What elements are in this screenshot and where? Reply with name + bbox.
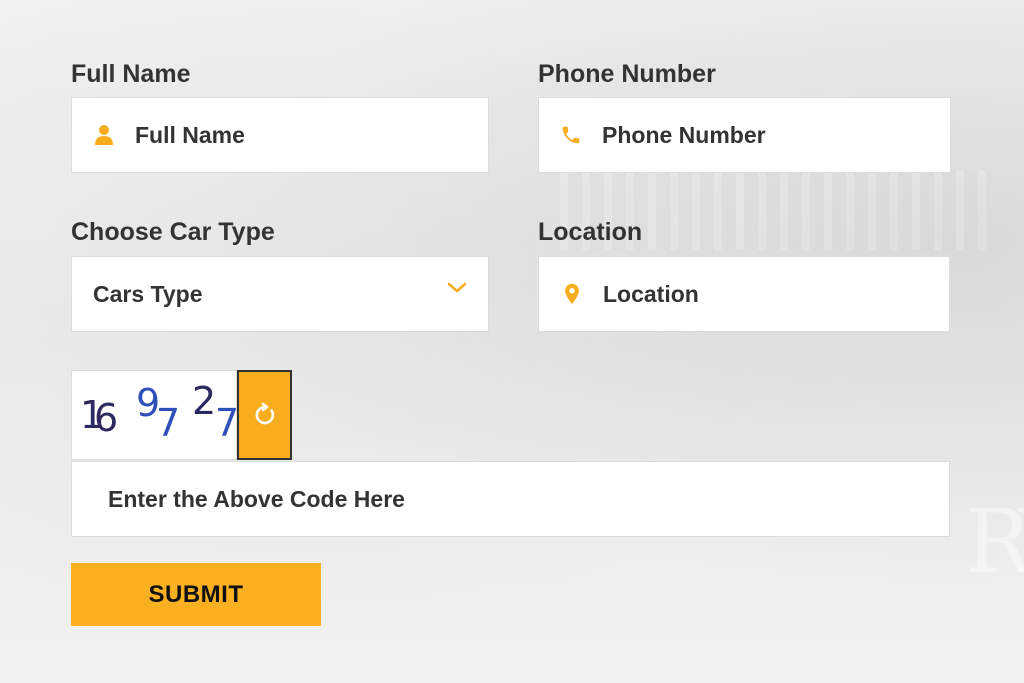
car-type-label: Choose Car Type <box>71 218 275 246</box>
captcha-refresh-button[interactable] <box>237 370 292 460</box>
full-name-label: Full Name <box>71 60 191 88</box>
captcha-char: 2 <box>192 379 217 423</box>
submit-button[interactable]: SUBMIT <box>71 563 321 626</box>
phone-number-label: Phone Number <box>538 60 716 88</box>
location-placeholder: Location <box>603 280 699 307</box>
car-type-select[interactable]: Cars Type <box>71 256 489 332</box>
chevron-down-icon <box>447 282 467 294</box>
phone-icon <box>560 124 582 146</box>
map-pin-icon <box>561 283 583 305</box>
captcha-code-input[interactable]: Enter the Above Code Here <box>71 461 950 537</box>
captcha-image: 1 6 9 7 2 7 <box>71 370 237 460</box>
captcha-code-placeholder: Enter the Above Code Here <box>108 485 405 512</box>
refresh-icon <box>252 402 278 428</box>
phone-number-placeholder: Phone Number <box>602 121 766 148</box>
user-icon <box>93 124 115 146</box>
full-name-placeholder: Full Name <box>135 121 245 148</box>
location-field[interactable]: Location <box>538 256 950 332</box>
captcha-char: 6 <box>94 396 119 440</box>
full-name-field[interactable]: Full Name <box>71 97 489 173</box>
car-type-selected-value: Cars Type <box>93 280 203 307</box>
location-label: Location <box>538 218 643 246</box>
captcha-char: 7 <box>215 401 237 445</box>
background-car-logo: RR <box>965 490 1024 593</box>
captcha-char: 7 <box>156 401 181 445</box>
phone-number-field[interactable]: Phone Number <box>538 97 951 173</box>
